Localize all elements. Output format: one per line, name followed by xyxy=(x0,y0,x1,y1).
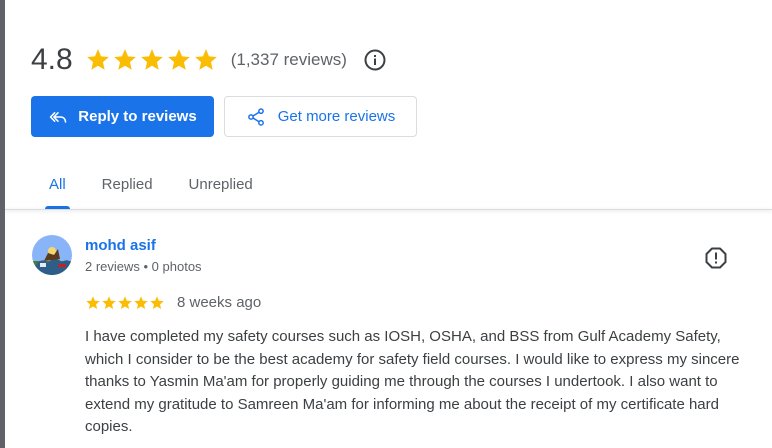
get-more-reviews-label: Get more reviews xyxy=(277,108,396,125)
info-icon[interactable] xyxy=(363,48,387,72)
share-icon xyxy=(247,107,264,126)
reply-button-label: Reply to reviews xyxy=(78,108,197,125)
review-text: I have completed my safety courses such … xyxy=(85,328,740,435)
avatar[interactable] xyxy=(32,235,72,275)
tabs-divider xyxy=(5,209,772,210)
star-icon xyxy=(118,295,132,309)
star-icon xyxy=(140,49,163,70)
star-icon xyxy=(150,295,164,309)
avatar-image xyxy=(32,235,72,275)
tab-all[interactable]: All xyxy=(31,160,84,209)
review-stars xyxy=(85,295,165,311)
reply-to-reviews-button[interactable]: Reply to reviews xyxy=(31,96,214,137)
review-date: 8 weeks ago xyxy=(177,294,262,311)
reviewer-name[interactable]: mohd asif xyxy=(85,237,156,254)
reply-all-icon xyxy=(50,111,67,123)
star-icon xyxy=(86,49,109,70)
report-icon[interactable] xyxy=(704,246,728,270)
star-icon xyxy=(113,49,136,70)
review-rating-row: 8 weeks ago xyxy=(85,294,261,311)
review-count: (1,337 reviews) xyxy=(230,50,347,69)
star-icon xyxy=(134,295,148,309)
rating-stars xyxy=(85,47,219,73)
reviewer-meta: 2 reviews • 0 photos xyxy=(85,259,202,274)
get-more-reviews-button[interactable]: Get more reviews xyxy=(224,96,417,137)
tab-replied[interactable]: Replied xyxy=(84,160,171,208)
star-icon xyxy=(194,49,217,70)
rating-summary: 4.8 (1,337 reviews) xyxy=(31,40,387,80)
star-icon xyxy=(86,295,100,309)
star-icon xyxy=(167,49,190,70)
reviews-panel: 4.8 (1,337 reviews) Reply to reviews Get… xyxy=(5,0,772,448)
action-buttons: Reply to reviews Get more reviews xyxy=(31,96,417,137)
star-icon xyxy=(102,295,116,309)
rating-value: 4.8 xyxy=(31,43,73,76)
tab-unreplied[interactable]: Unreplied xyxy=(171,160,271,208)
review-filter-tabs: All Replied Unreplied xyxy=(31,160,271,210)
